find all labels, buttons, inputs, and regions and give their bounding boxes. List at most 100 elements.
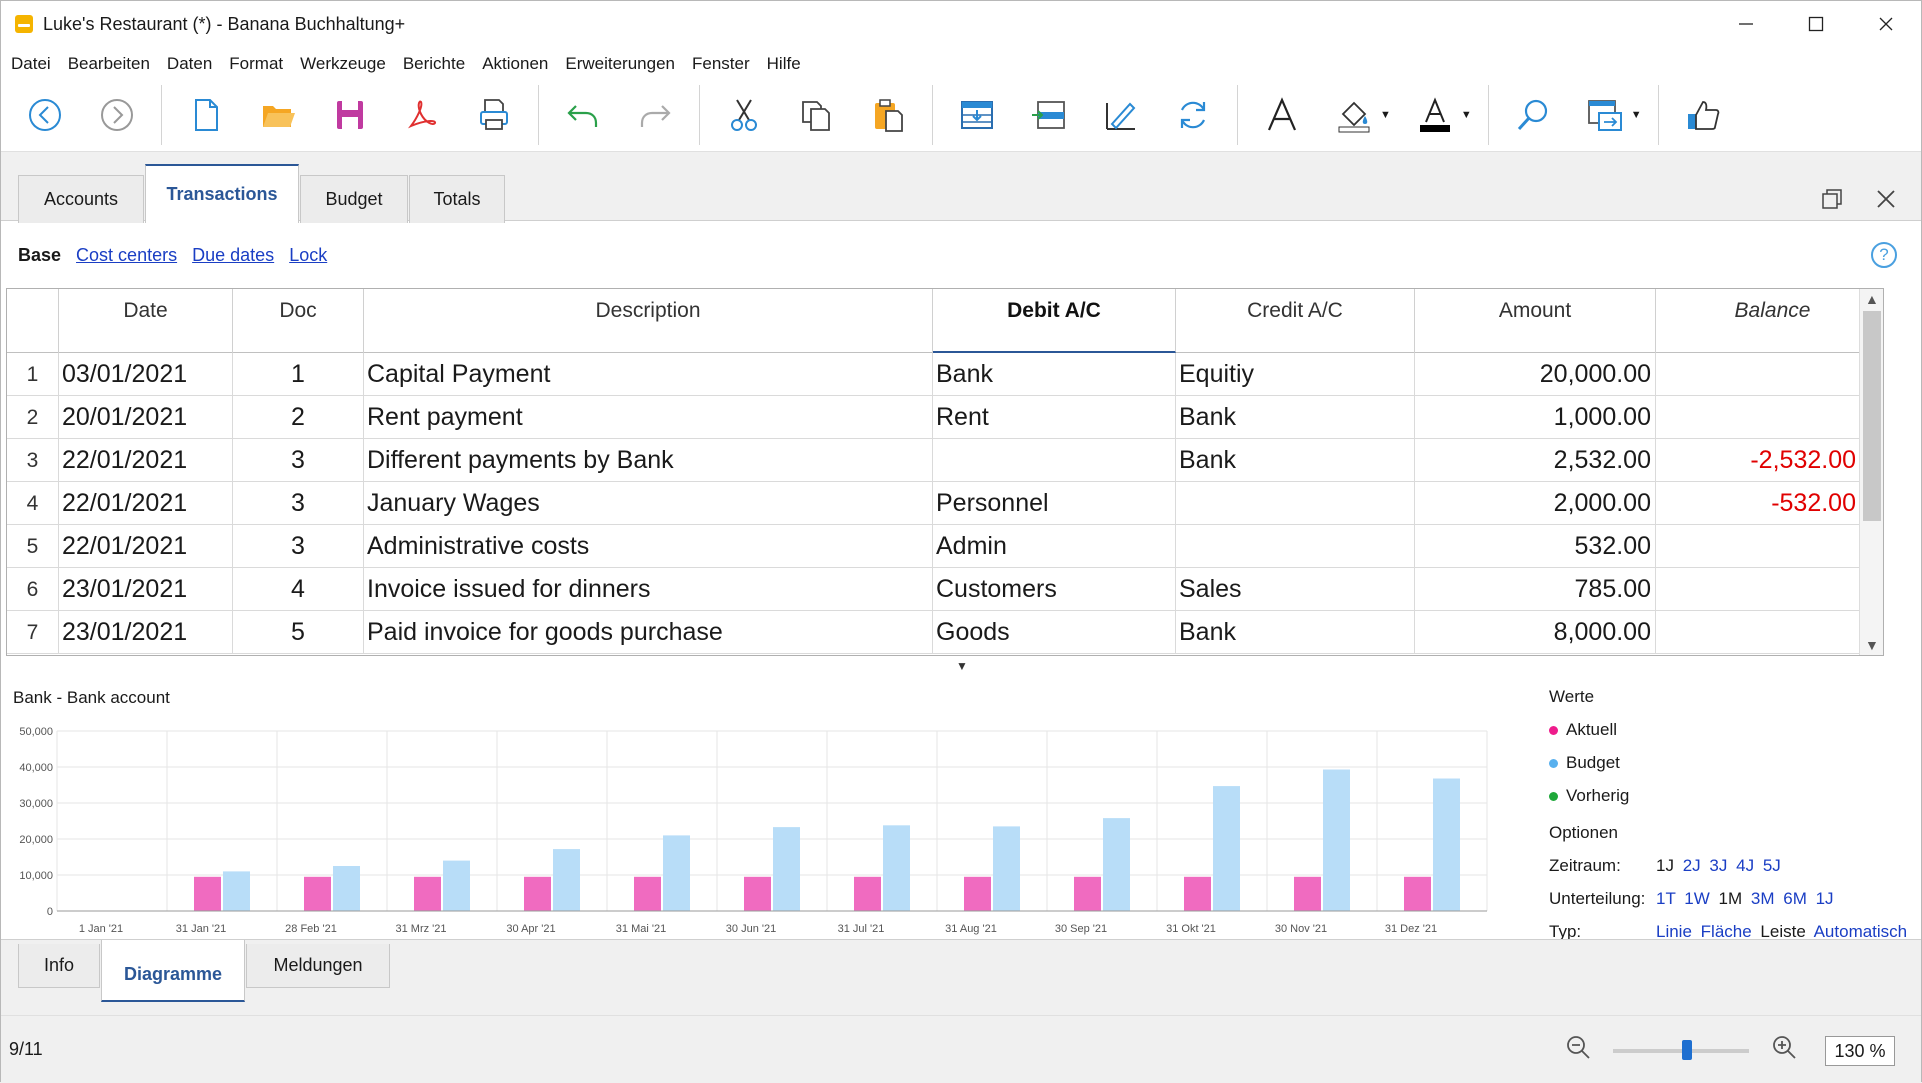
table-row[interactable]: 5 22/01/2021 3 Administrative costs Admin 532… [7, 525, 1883, 568]
cell-credit[interactable]: Sales [1176, 568, 1415, 611]
row-number[interactable]: 4 [7, 482, 59, 525]
option-1t[interactable]: 1T [1656, 889, 1676, 908]
cell-date[interactable]: 22/01/2021 [59, 439, 233, 482]
cell-credit[interactable]: Bank [1176, 396, 1415, 439]
tab-diagramme[interactable]: Diagramme [101, 940, 245, 1002]
column-header-credit[interactable]: Credit A/C [1176, 289, 1415, 353]
cell-credit[interactable]: Bank [1176, 611, 1415, 654]
cell-doc[interactable]: 2 [233, 396, 364, 439]
column-header-doc[interactable]: Doc [233, 289, 364, 353]
menu-hilfe[interactable]: Hilfe [767, 54, 801, 74]
view-base[interactable]: Base [18, 245, 61, 265]
cell-date[interactable]: 20/01/2021 [59, 396, 233, 439]
cell-description[interactable]: Rent payment [364, 396, 933, 439]
menu-daten[interactable]: Daten [167, 54, 212, 74]
menu-fenster[interactable]: Fenster [692, 54, 750, 74]
row-number[interactable]: 7 [7, 611, 59, 654]
help-icon[interactable]: ? [1871, 242, 1897, 268]
legend-item-vorherig[interactable]: Vorherig [1549, 786, 1629, 806]
menu-werkzeuge[interactable]: Werkzeuge [300, 54, 386, 74]
cell-debit[interactable]: Goods [933, 611, 1176, 654]
panel-splitter-arrow[interactable]: ▼ [956, 659, 968, 673]
window-dropdown-arrow[interactable]: ▼ [1631, 109, 1642, 121]
column-header-amount[interactable]: Amount [1415, 289, 1656, 353]
undo-button[interactable] [555, 87, 611, 143]
cell-date[interactable]: 22/01/2021 [59, 525, 233, 568]
cell-amount[interactable]: 532.00 [1415, 525, 1656, 568]
cell-amount[interactable]: 8,000.00 [1415, 611, 1656, 654]
insert-rows-button[interactable] [949, 87, 1005, 143]
cell-balance[interactable]: -532.00 [1656, 482, 1861, 525]
option-3m[interactable]: 3M [1751, 889, 1775, 908]
cell-debit[interactable] [933, 439, 1176, 482]
minimize-button[interactable] [1711, 1, 1781, 47]
table-row[interactable]: 4 22/01/2021 3 January Wages Personnel 2,000.… [7, 482, 1883, 525]
menu-datei[interactable]: Datei [11, 54, 51, 74]
cell-debit[interactable]: Personnel [933, 482, 1176, 525]
text-color-button[interactable] [1407, 87, 1463, 143]
save-button[interactable] [322, 87, 378, 143]
zoom-level-field[interactable]: 130 % [1825, 1035, 1895, 1066]
recalculate-button[interactable] [1165, 87, 1221, 143]
cell-doc[interactable]: 3 [233, 482, 364, 525]
cell-debit[interactable]: Rent [933, 396, 1176, 439]
open-file-button[interactable] [250, 87, 306, 143]
table-row[interactable]: 2 20/01/2021 2 Rent payment Rent Bank 1,000.00 [7, 396, 1883, 439]
cell-doc[interactable]: 3 [233, 525, 364, 568]
window-button[interactable] [1577, 87, 1633, 143]
cell-balance[interactable] [1656, 568, 1861, 611]
cell-balance[interactable] [1656, 396, 1861, 439]
option-1j[interactable]: 1J [1816, 889, 1834, 908]
cell-amount[interactable]: 2,000.00 [1415, 482, 1656, 525]
tab-accounts[interactable]: Accounts [18, 175, 144, 223]
cell-description[interactable]: Invoice issued for dinners [364, 568, 933, 611]
zoom-out-button[interactable] [1563, 1034, 1593, 1067]
cell-amount[interactable]: 20,000.00 [1415, 353, 1656, 396]
option-1j[interactable]: 1J [1656, 856, 1674, 875]
view-cost-centers[interactable]: Cost centers [76, 245, 177, 265]
legend-item-budget[interactable]: Budget [1549, 753, 1620, 773]
zoom-slider[interactable] [1613, 1039, 1749, 1060]
text-color-dropdown-arrow[interactable]: ▼ [1461, 109, 1472, 121]
cell-credit[interactable]: Bank [1176, 439, 1415, 482]
tab-transactions[interactable]: Transactions [145, 164, 299, 223]
tab-budget[interactable]: Budget [300, 175, 408, 223]
cell-doc[interactable]: 1 [233, 353, 364, 396]
fill-color-dropdown-arrow[interactable]: ▼ [1380, 109, 1391, 121]
table-row[interactable]: 7 23/01/2021 5 Paid invoice for goods purch… [7, 611, 1883, 654]
cell-doc[interactable]: 4 [233, 568, 364, 611]
column-header-debit[interactable]: Debit A/C [933, 289, 1176, 353]
column-header-date[interactable]: Date [59, 289, 233, 353]
menu-bearbeiten[interactable]: Bearbeiten [68, 54, 150, 74]
table-row[interactable]: 1 03/01/2021 1 Capital Payment Bank Equitiy 20… [7, 353, 1883, 396]
paste-button[interactable] [860, 87, 916, 143]
menu-berichte[interactable]: Berichte [403, 54, 465, 74]
cell-date[interactable]: 03/01/2021 [59, 353, 233, 396]
cell-credit[interactable] [1176, 525, 1415, 568]
column-header-balance[interactable]: Balance [1656, 289, 1883, 353]
table-row[interactable]: 6 23/01/2021 4 Invoice issued for dinners Cu… [7, 568, 1883, 611]
cell-description[interactable]: Capital Payment [364, 353, 933, 396]
cell-balance[interactable] [1656, 611, 1861, 654]
row-number[interactable]: 2 [7, 396, 59, 439]
cell-balance[interactable]: -2,532.00 [1656, 439, 1861, 482]
scroll-down-arrow[interactable]: ▼ [1865, 637, 1879, 653]
table-row[interactable]: 3 22/01/2021 3 Different payments by Bank Ba… [7, 439, 1883, 482]
edit-button[interactable] [1093, 87, 1149, 143]
menu-format[interactable]: Format [229, 54, 283, 74]
option-5j[interactable]: 5J [1763, 856, 1781, 875]
cell-date[interactable]: 23/01/2021 [59, 568, 233, 611]
scroll-up-arrow[interactable]: ▲ [1865, 291, 1879, 307]
legend-item-aktuell[interactable]: Aktuell [1549, 720, 1617, 740]
font-button[interactable] [1254, 87, 1310, 143]
cell-balance[interactable] [1656, 353, 1861, 396]
cell-date[interactable]: 22/01/2021 [59, 482, 233, 525]
cell-amount[interactable]: 2,532.00 [1415, 439, 1656, 482]
close-panel-button[interactable] [1871, 184, 1901, 214]
feedback-button[interactable] [1675, 87, 1731, 143]
move-rows-button[interactable] [1021, 87, 1077, 143]
new-file-button[interactable] [178, 87, 234, 143]
tab-info[interactable]: Info [18, 944, 100, 988]
cell-amount[interactable]: 1,000.00 [1415, 396, 1656, 439]
cell-debit[interactable]: Bank [933, 353, 1176, 396]
